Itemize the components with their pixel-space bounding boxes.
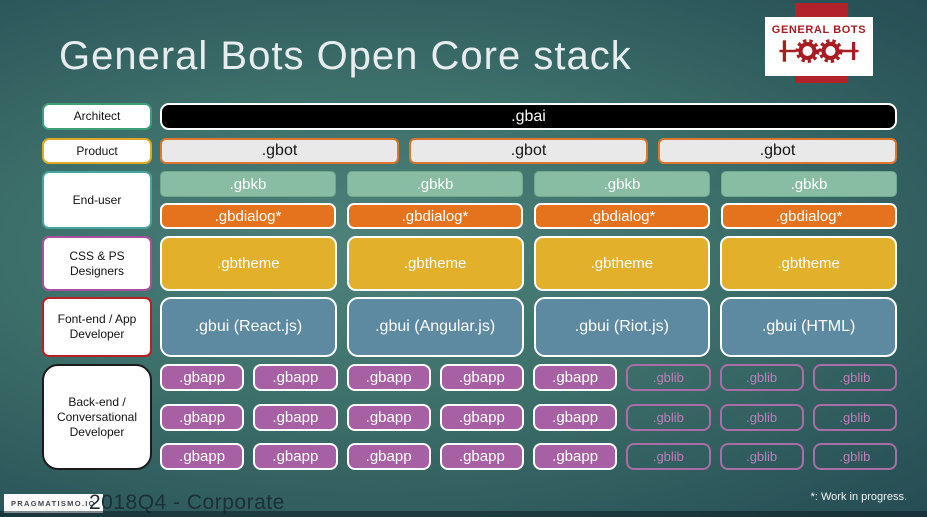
logo-brand-text: GENERAL BOTS [771, 23, 867, 36]
gblib-box: .gblib [812, 364, 897, 391]
frontend-row: Font-end / App Developer .gbui (React.js… [42, 297, 897, 357]
gbkb-box: .gbkb [160, 171, 336, 197]
gbtheme-box: .gbtheme [533, 236, 711, 291]
gbdialog-box: .gbdialog* [534, 203, 710, 229]
role-label-backend: Back-end / Conversational Developer [42, 364, 152, 470]
frontend-content: .gbui (React.js) .gbui (Angular.js) .gbu… [160, 297, 897, 357]
gbapp-box: .gbapp [253, 443, 338, 470]
role-label-architect: Architect [42, 103, 152, 130]
role-label-text: End-user [72, 192, 122, 207]
role-label-text: Font-end / App Developer [57, 312, 137, 341]
page-title: General Bots Open Core stack [59, 34, 632, 78]
architect-content: .gbai [160, 103, 897, 130]
gbdialog-subrow: .gbdialog* .gbdialog* .gbdialog* .gbdial… [160, 203, 897, 229]
gbtheme-box: .gbtheme [720, 236, 897, 291]
backend-row: Back-end / Conversational Developer .gba… [42, 364, 897, 470]
gbapp-box: .gbapp [160, 443, 245, 470]
gbapp-box: .gbapp [533, 403, 618, 431]
gbkb-box: .gbkb [721, 171, 897, 197]
gbapp-box: .gbapp [346, 403, 431, 431]
role-label-designers: CSS & PS Designers [42, 236, 152, 291]
backend-content: .gbapp .gbapp .gbapp .gbapp .gbapp .gbli… [160, 364, 897, 470]
gblib-box: .gblib [626, 443, 711, 470]
gblib-box: .gblib [812, 443, 897, 470]
gbui-box: .gbui (React.js) [160, 297, 337, 357]
gbapp-box: .gbapp [439, 364, 524, 391]
role-label-product: Product [42, 138, 152, 164]
slide-canvas: General Bots Open Core stack GENERAL BOT… [0, 0, 927, 517]
gears-icon [775, 37, 863, 70]
gbui-box: .gbui (HTML) [720, 297, 897, 357]
gbapp-box: .gbapp [439, 443, 524, 470]
gblib-box: .gblib [719, 364, 804, 391]
gbapp-box: .gbapp [533, 443, 618, 470]
gbapp-box: .gbapp [253, 364, 338, 391]
bottom-edge-band [0, 511, 927, 517]
role-label-enduser: End-user [42, 171, 152, 229]
gbot-box: .gbot [658, 138, 897, 164]
gbkb-subrow: .gbkb .gbkb .gbkb .gbkb [160, 171, 897, 197]
gblib-box: .gblib [719, 443, 804, 470]
gbkb-box: .gbkb [347, 171, 523, 197]
gblib-box: .gblib [626, 403, 711, 431]
gbtheme-box: .gbtheme [160, 236, 337, 291]
product-content: .gbot .gbot .gbot [160, 138, 897, 164]
gblib-box: .gblib [719, 403, 804, 431]
role-label-text: Architect [73, 109, 121, 123]
gbapp-box: .gbapp [253, 403, 338, 431]
enduser-content: .gbkb .gbkb .gbkb .gbkb .gbdialog* .gbdi… [160, 171, 897, 229]
product-row: Product .gbot .gbot .gbot [42, 138, 897, 164]
architect-row: Architect .gbai [42, 103, 897, 130]
gbdialog-box: .gbdialog* [721, 203, 897, 229]
role-label-text: CSS & PS Designers [69, 248, 125, 278]
role-label-text: Product [76, 143, 118, 158]
gbui-box: .gbui (Riot.js) [533, 297, 711, 357]
work-in-progress-note: *: Work in progress. [810, 491, 907, 503]
gbot-box: .gbot [160, 138, 399, 164]
gbapp-box: .gbapp [439, 403, 524, 431]
gbai-box: .gbai [160, 103, 897, 130]
gbdialog-box: .gbdialog* [160, 203, 336, 229]
gbkb-box: .gbkb [534, 171, 710, 197]
gbapp-box: .gbapp [346, 443, 431, 470]
gblib-box: .gblib [812, 403, 897, 431]
stack-diagram: Architect .gbai Product .gbot .gbot .gbo… [42, 103, 897, 470]
general-bots-logo: GENERAL BOTS [765, 17, 873, 76]
role-label-frontend: Font-end / App Developer [42, 297, 152, 357]
gbapp-box: .gbapp [533, 364, 618, 391]
gblib-box: .gblib [626, 364, 711, 391]
designers-row: CSS & PS Designers .gbtheme .gbtheme .gb… [42, 236, 897, 291]
enduser-row: End-user .gbkb .gbkb .gbkb .gbkb .gbdial… [42, 171, 897, 229]
gbdialog-box: .gbdialog* [347, 203, 523, 229]
role-label-text: Back-end / Conversational Developer [56, 394, 138, 439]
designers-content: .gbtheme .gbtheme .gbtheme .gbtheme [160, 236, 897, 291]
gbtheme-box: .gbtheme [346, 236, 524, 291]
gbapp-box: .gbapp [160, 364, 245, 391]
backend-subrow: .gbapp .gbapp .gbapp .gbapp .gbapp .gbli… [160, 364, 897, 391]
backend-subrow: .gbapp .gbapp .gbapp .gbapp .gbapp .gbli… [160, 403, 897, 431]
gbui-box: .gbui (Angular.js) [346, 297, 524, 357]
gbapp-box: .gbapp [346, 364, 431, 391]
gbapp-box: .gbapp [160, 403, 245, 431]
backend-subrow: .gbapp .gbapp .gbapp .gbapp .gbapp .gbli… [160, 443, 897, 470]
gbot-box: .gbot [409, 138, 648, 164]
